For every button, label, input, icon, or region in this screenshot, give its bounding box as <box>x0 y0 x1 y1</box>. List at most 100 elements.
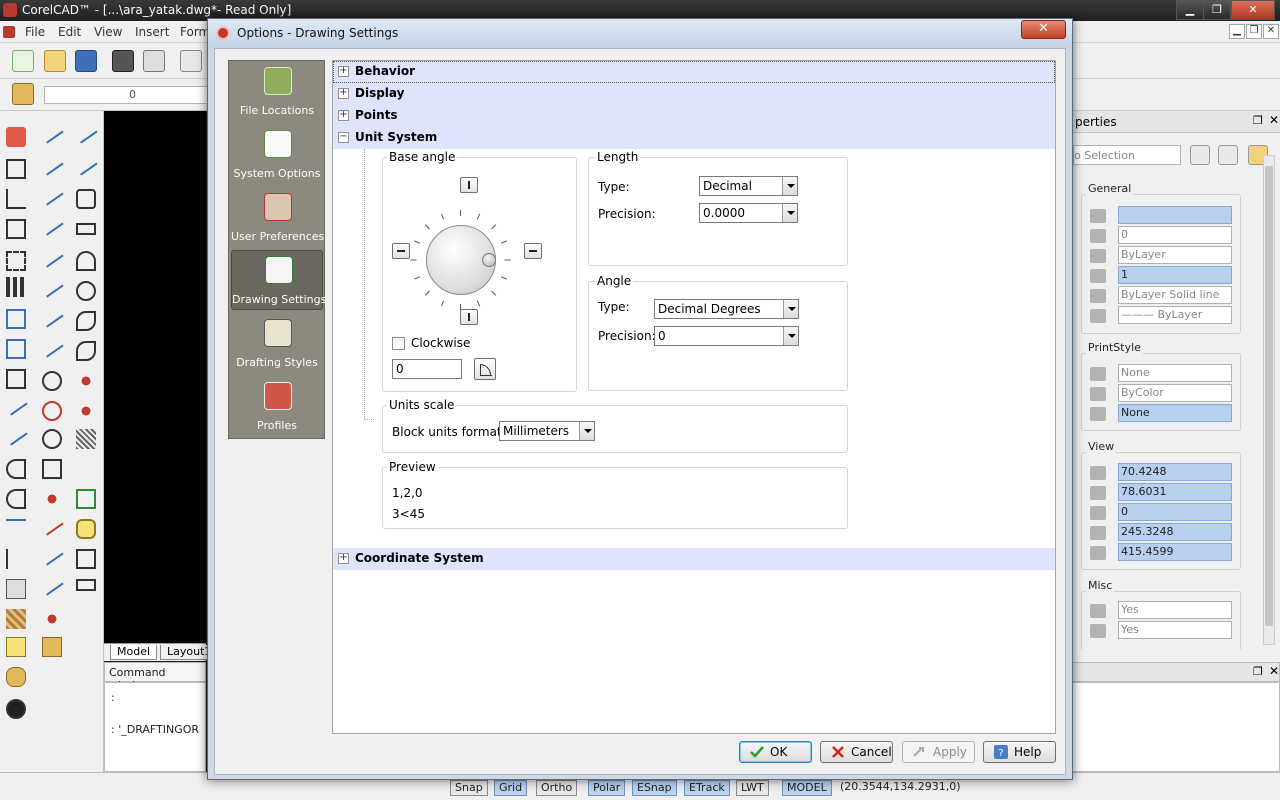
menu-edit[interactable]: Edit <box>58 25 81 39</box>
layer-field[interactable]: 0 <box>1118 226 1232 244</box>
break-icon[interactable] <box>40 246 64 268</box>
section-points[interactable]: + Points <box>333 105 1055 127</box>
cut-icon[interactable] <box>180 50 202 72</box>
length-precision-select[interactable]: 0.0000 <box>699 203 798 223</box>
quick-select-icon[interactable] <box>1218 145 1238 165</box>
infinite-line-icon[interactable] <box>74 122 98 144</box>
plotstyle-attached-field[interactable]: None <box>1118 404 1232 422</box>
chevron-down-icon[interactable] <box>782 204 797 222</box>
angle-precision-select[interactable]: 0 <box>654 326 799 346</box>
menu-view[interactable]: View <box>94 25 122 39</box>
minimize-icon[interactable]: ▁ <box>1176 0 1204 20</box>
base-angle-input[interactable]: 0 <box>392 359 462 379</box>
angle-270-button[interactable] <box>460 309 478 325</box>
simple-note-icon[interactable] <box>76 579 96 591</box>
print-icon[interactable] <box>112 50 134 72</box>
esnap-toggle[interactable]: ESnap <box>632 780 677 796</box>
offset-icon[interactable] <box>6 219 26 239</box>
erase-icon[interactable] <box>6 127 26 147</box>
center-z-field[interactable]: 0 <box>1118 503 1232 521</box>
measure-icon[interactable] <box>76 401 96 421</box>
join-icon[interactable] <box>4 424 28 446</box>
stretch-icon[interactable] <box>6 251 26 271</box>
app-close-icon[interactable]: ✕ <box>1231 0 1275 20</box>
pan-icon[interactable] <box>6 667 26 687</box>
ellipse-icon[interactable] <box>76 311 96 331</box>
bomb-icon[interactable] <box>6 699 26 719</box>
section-coordinate-system[interactable]: + Coordinate System <box>333 548 1055 570</box>
expand-plus-icon[interactable]: + <box>338 110 349 121</box>
text-icon[interactable] <box>42 459 62 479</box>
etrack-toggle[interactable]: ETrack <box>684 780 730 796</box>
chevron-down-icon[interactable] <box>782 177 797 195</box>
color-field[interactable] <box>1118 206 1232 224</box>
section-display[interactable]: + Display <box>333 83 1055 105</box>
dialog-titlebar[interactable]: Options - Drawing Settings ✕ <box>208 19 1072 48</box>
divide-icon[interactable] <box>76 371 96 391</box>
explode-icon[interactable] <box>40 336 64 358</box>
circle-icon[interactable] <box>76 281 96 301</box>
print-preview-icon[interactable] <box>143 50 165 72</box>
fillet-icon[interactable] <box>40 306 64 328</box>
lineweight-field[interactable]: ——— ByLayer <box>1118 306 1232 324</box>
ucs-icon-on-field[interactable]: Yes <box>1118 601 1232 619</box>
scale-icon[interactable] <box>6 369 26 389</box>
linestyle-field[interactable]: ByLayer Solid line <box>1118 286 1232 304</box>
edit-text-icon[interactable] <box>40 514 64 536</box>
rectangle-icon[interactable] <box>76 223 96 235</box>
mdi-close-icon[interactable]: ✕ <box>1263 24 1279 39</box>
trim-icon[interactable] <box>40 184 64 206</box>
scrollbar-thumb[interactable] <box>1265 166 1273 626</box>
layer-manager-icon[interactable] <box>12 83 34 105</box>
drawing-canvas[interactable] <box>104 111 206 643</box>
mdi-minimize-icon[interactable]: ▁ <box>1229 24 1245 39</box>
panel-float-icon[interactable]: ❐ <box>1253 114 1263 127</box>
open-folder-icon[interactable] <box>44 50 66 72</box>
menu-file[interactable]: File <box>25 25 45 39</box>
block-units-select[interactable]: Millimeters <box>499 421 595 441</box>
nav-drawing-settings[interactable]: Drawing Settings <box>231 250 326 310</box>
align-icon[interactable] <box>6 519 26 539</box>
expand-plus-icon[interactable]: + <box>338 66 349 77</box>
nav-drafting-styles[interactable]: Drafting Styles <box>231 314 323 374</box>
tab-model[interactable]: Model <box>110 645 158 660</box>
command-window[interactable]: : : '_DRAFTINGOR <box>104 682 206 772</box>
expand-plus-icon[interactable]: + <box>338 88 349 99</box>
ortho-toggle[interactable]: Ortho <box>536 780 578 796</box>
insert-block-icon[interactable] <box>76 489 96 509</box>
lwt-toggle[interactable]: LWT <box>736 780 769 796</box>
ok-button[interactable]: OK <box>739 741 812 763</box>
revision-cloud-icon[interactable] <box>42 429 62 449</box>
base-angle-dial[interactable] <box>410 210 511 310</box>
dialog-close-button[interactable]: ✕ <box>1021 20 1066 39</box>
polyline-icon[interactable] <box>40 154 64 176</box>
center-y-field[interactable]: 78.6031 <box>1118 483 1232 501</box>
match-properties-icon[interactable] <box>42 637 62 657</box>
angle-type-select[interactable]: Decimal Degrees <box>654 299 799 319</box>
mirror-icon[interactable] <box>6 189 26 209</box>
sticky-icon[interactable] <box>6 637 26 657</box>
clockwise-checkbox[interactable] <box>392 337 405 350</box>
snap-toggle[interactable]: Snap <box>450 780 488 796</box>
selection-combo[interactable]: o Selection <box>1073 145 1181 165</box>
collapse-minus-icon[interactable]: − <box>338 132 349 143</box>
help-button[interactable]: ? Help <box>983 741 1056 763</box>
dimension-icon[interactable] <box>40 574 64 596</box>
center-x-field[interactable]: 70.4248 <box>1118 463 1232 481</box>
define-block-icon[interactable] <box>42 489 62 509</box>
angle-0-button[interactable] <box>524 243 542 259</box>
copy-icon[interactable] <box>6 159 26 179</box>
note-icon[interactable] <box>76 519 96 539</box>
linetype-field[interactable]: ByLayer <box>1118 246 1232 264</box>
select-objects-icon[interactable] <box>1190 145 1210 165</box>
extend-icon[interactable] <box>40 214 64 236</box>
chevron-down-icon[interactable] <box>579 422 594 440</box>
height-field[interactable]: 245.3248 <box>1118 523 1232 541</box>
edit-length-icon[interactable] <box>6 549 26 569</box>
edit-spline-icon[interactable] <box>6 489 26 509</box>
doc-icon[interactable] <box>3 26 15 38</box>
nav-profiles[interactable]: Profiles <box>231 377 323 437</box>
nav-user-preferences[interactable]: User Preferences <box>231 188 324 248</box>
edit-hatch-icon[interactable] <box>40 544 64 566</box>
point-icon[interactable] <box>42 371 62 391</box>
